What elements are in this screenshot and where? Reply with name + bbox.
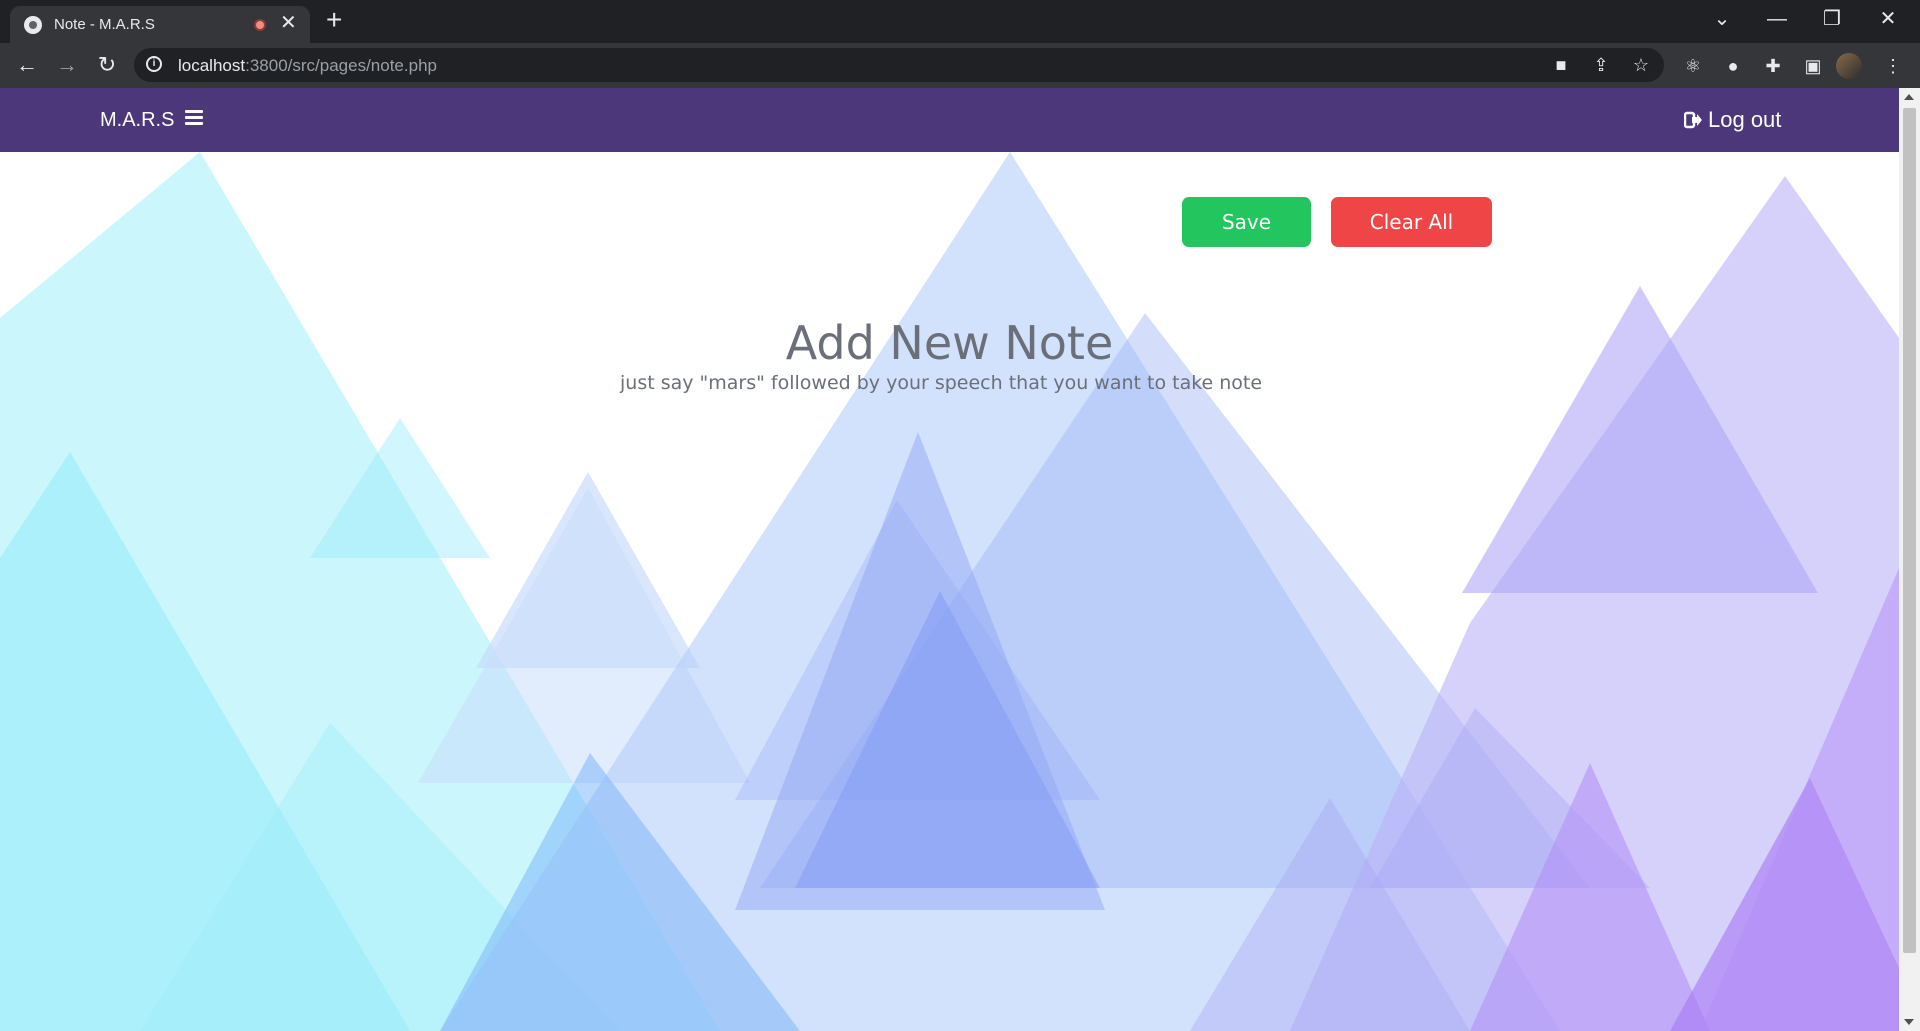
info-icon[interactable]: i — [146, 56, 162, 72]
top-navbar: M.A.R.S Log out — [0, 88, 1899, 152]
star-icon[interactable]: ☆ — [1628, 54, 1654, 76]
tab-title: Note - M.A.R.S — [54, 16, 155, 33]
clear-all-button[interactable]: Clear All — [1331, 197, 1492, 247]
tab-strip: Note - M.A.R.S ✕ + ⌄ — ❐ ✕ — [0, 0, 1920, 43]
page-viewport: M.A.R.S Log out Save Clear All Add New N… — [0, 88, 1899, 1031]
scroll-up-icon[interactable] — [1904, 94, 1914, 100]
logout-link[interactable]: Log out — [1684, 107, 1781, 133]
back-icon[interactable]: ← — [12, 51, 42, 79]
reload-icon[interactable]: ↻ — [92, 51, 122, 79]
recording-indicator-icon — [254, 19, 266, 31]
extension-icon[interactable]: ● — [1720, 56, 1746, 76]
more-icon[interactable]: ⋮ — [1880, 56, 1906, 76]
triangle-background — [0, 152, 1899, 1031]
camera-icon[interactable]: ■ — [1548, 54, 1574, 76]
address-bar[interactable]: i localhost:3800/src/pages/note.php ■ ⇪ … — [134, 48, 1664, 82]
browser-tab[interactable]: Note - M.A.R.S ✕ — [10, 6, 310, 43]
react-devtools-icon[interactable]: ⚛ — [1680, 56, 1706, 76]
page-title: Add New Note — [785, 316, 1114, 370]
browser-toolbar: ← → ↻ i localhost:3800/src/pages/note.ph… — [0, 43, 1920, 88]
hamburger-icon[interactable] — [185, 110, 203, 126]
close-tab-icon[interactable]: ✕ — [280, 13, 297, 33]
scroll-thumb[interactable] — [1903, 108, 1916, 953]
page-subtitle: just say "mars" followed by your speech … — [620, 372, 1263, 394]
new-tab-button[interactable]: + — [326, 6, 342, 34]
restore-icon[interactable]: ❐ — [1812, 4, 1852, 34]
tab-search-icon[interactable]: ⌄ — [1702, 4, 1742, 34]
close-window-icon[interactable]: ✕ — [1868, 4, 1908, 34]
favicon-icon — [24, 16, 42, 34]
sidepanel-icon[interactable]: ▣ — [1800, 56, 1826, 76]
profile-avatar[interactable] — [1836, 53, 1862, 79]
brand-logo[interactable]: M.A.R.S — [100, 108, 174, 132]
forward-icon[interactable]: → — [52, 51, 82, 79]
url-text[interactable]: localhost:3800/src/pages/note.php — [178, 56, 437, 76]
page-scrollbar[interactable] — [1899, 88, 1920, 1031]
logout-icon — [1684, 111, 1702, 129]
share-icon[interactable]: ⇪ — [1588, 54, 1614, 76]
minimize-icon[interactable]: — — [1757, 4, 1797, 34]
puzzle-icon[interactable]: ✚ — [1760, 56, 1786, 76]
save-button[interactable]: Save — [1182, 197, 1311, 247]
logout-label: Log out — [1708, 107, 1782, 132]
scroll-down-icon[interactable] — [1904, 1019, 1914, 1025]
